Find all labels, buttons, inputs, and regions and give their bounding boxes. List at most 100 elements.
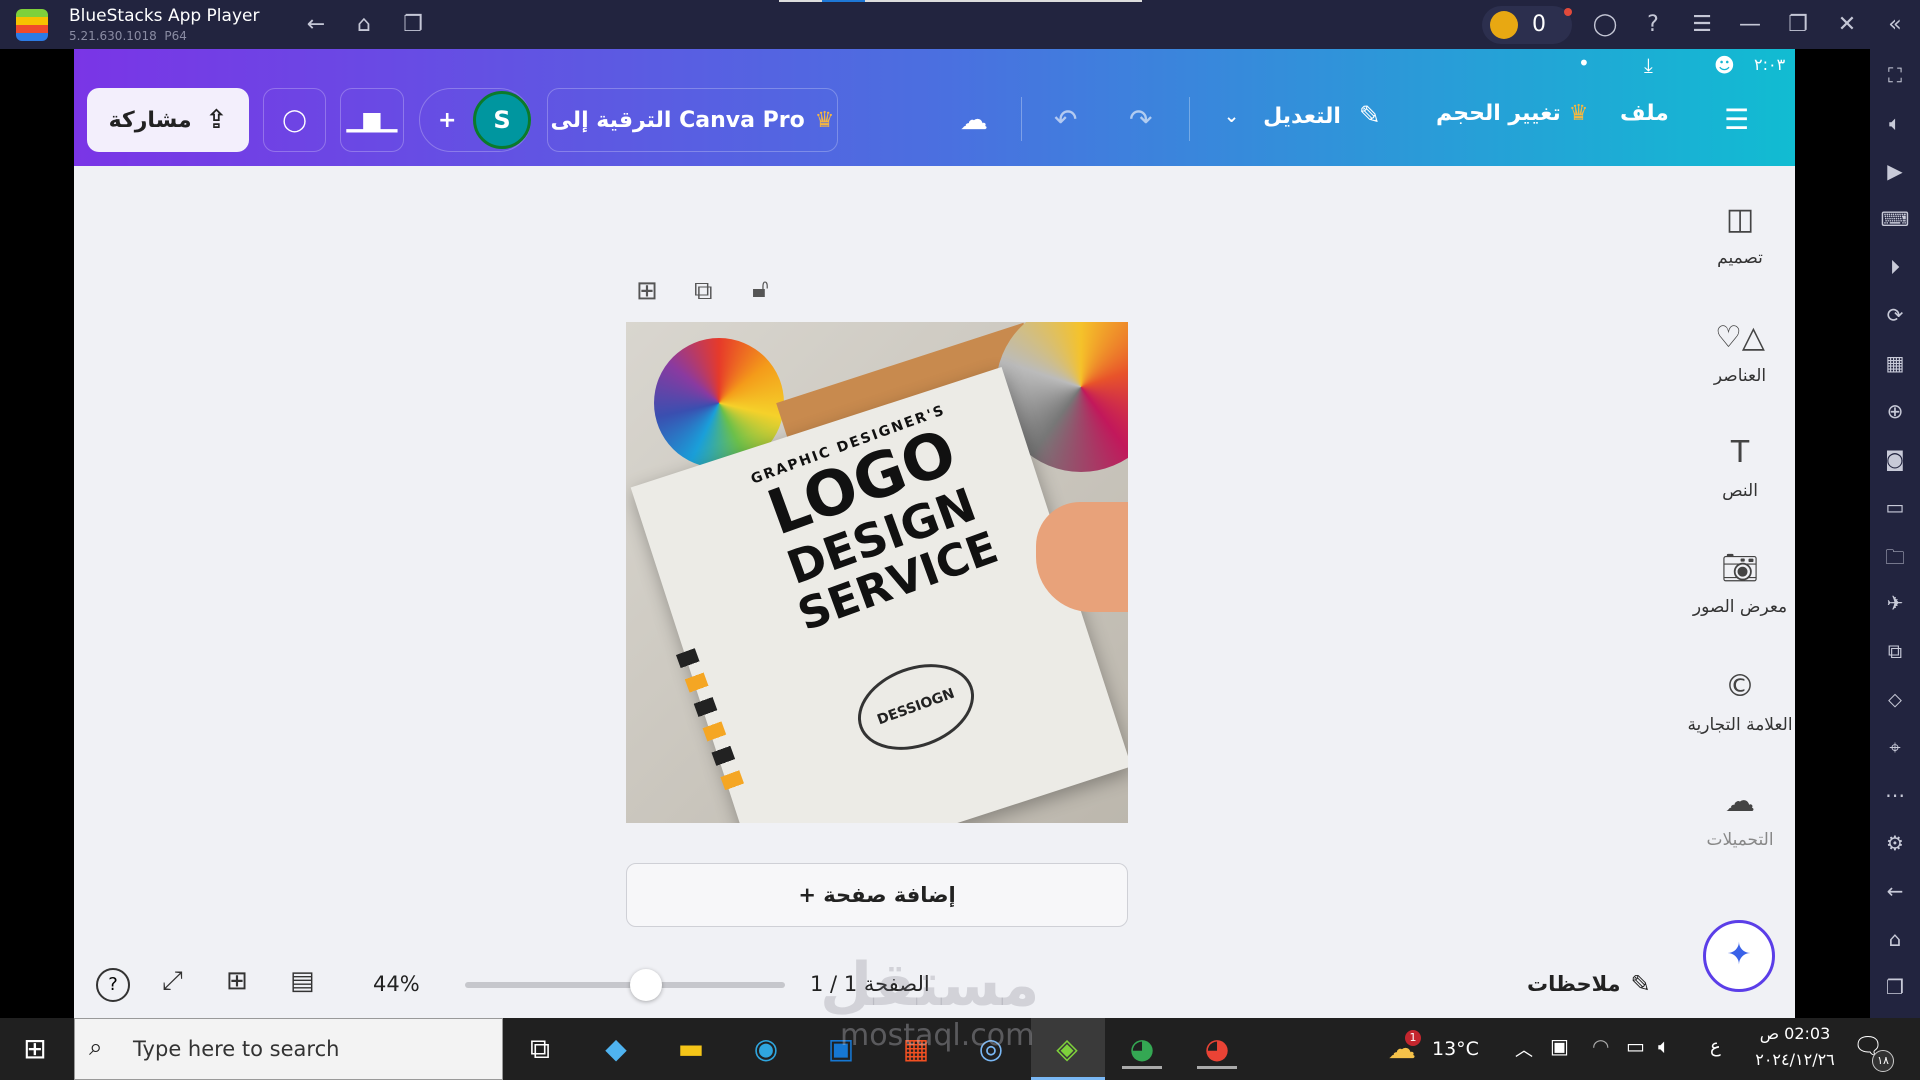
help-icon[interactable]: ? xyxy=(1640,12,1666,38)
restore-icon[interactable]: ❐ xyxy=(1785,12,1811,38)
design-page-image[interactable]: GRAPHIC DESIGNER'S LOGO DESIGN SERVICE D… xyxy=(626,322,1128,823)
close-icon[interactable]: ✕ xyxy=(1834,12,1860,38)
recent-apps-icon[interactable]: ❐ xyxy=(1870,975,1920,999)
multi-instance-icon[interactable]: ⧉ xyxy=(1870,639,1920,663)
airplane-icon[interactable]: ✈ xyxy=(1870,591,1920,615)
game-controls-icon[interactable]: ▦ xyxy=(1870,351,1920,375)
side-item-label: التحميلات xyxy=(1706,830,1774,850)
coins-pill[interactable]: 0 xyxy=(1482,6,1572,44)
notes-icon: ✎ xyxy=(1630,970,1651,998)
side-item-text[interactable]: T النص xyxy=(1640,433,1840,501)
back-icon[interactable]: ← xyxy=(1870,879,1920,903)
camera-icon: 📷︎ xyxy=(1720,551,1760,586)
account-icon[interactable]: ◯ xyxy=(1592,12,1618,38)
edit-menu-button[interactable]: ⌄ التعديل ✎ xyxy=(1224,101,1381,131)
battery-icon[interactable]: ▭ xyxy=(1626,1034,1645,1058)
tray-chevron-icon[interactable]: ︿ xyxy=(1515,1036,1533,1062)
bluestacks-titlebar: BlueStacks App Player 5.21.630.1018 P64 … xyxy=(0,0,1920,49)
clock-time[interactable]: 02:03 ص xyxy=(1745,1024,1845,1043)
chrome-icon[interactable]: ◕ xyxy=(1122,1032,1162,1069)
divider xyxy=(1021,97,1022,141)
side-item-uploads[interactable]: ☁ التحميلات xyxy=(1640,782,1840,850)
wifi-icon[interactable]: ◠ xyxy=(1592,1034,1609,1058)
insights-button[interactable]: ▁▆▁ xyxy=(340,88,404,152)
volume-icon[interactable]: 🔈︎ xyxy=(1870,111,1920,135)
comment-button[interactable]: ◯ xyxy=(263,88,326,152)
clock-date[interactable]: ٢٠٢٤/١٢/٢٦ xyxy=(1745,1050,1845,1069)
sync-icon[interactable]: ▣ xyxy=(1550,1034,1569,1058)
chrome-profile-icon[interactable]: ◕ xyxy=(1197,1032,1237,1069)
side-item-design[interactable]: ◫ تصميم xyxy=(1640,200,1840,268)
fullscreen-icon[interactable]: ⤢ xyxy=(162,966,183,997)
side-item-brand[interactable]: © العلامة التجارية xyxy=(1640,667,1840,735)
share-button[interactable]: مشاركة ⇪ xyxy=(87,88,249,152)
magic-assistant-button[interactable]: ✦ xyxy=(1703,920,1775,992)
upgrade-button[interactable]: الترقية إلى Canva Pro ♛ xyxy=(547,88,838,152)
loading-bar xyxy=(779,0,1142,2)
grid-view-icon[interactable]: ⊞ xyxy=(226,966,248,996)
zoom-level: 44% xyxy=(373,972,420,996)
lock-icon[interactable]: 🔓︎ xyxy=(752,274,769,305)
upload-cloud-icon: ☁ xyxy=(1725,784,1755,819)
side-item-elements[interactable]: ♡△ العناصر xyxy=(1640,318,1840,386)
shapes-icon: ♡△ xyxy=(1715,320,1765,355)
speaker-icon[interactable]: 🔈︎ xyxy=(1658,1034,1670,1058)
side-item-label: معرض الصور xyxy=(1692,597,1788,617)
media-icon[interactable]: ▶ xyxy=(1870,159,1920,183)
zoom-slider[interactable] xyxy=(465,969,785,1001)
help-button[interactable]: ? xyxy=(96,968,130,1002)
redo-icon[interactable]: ↷ xyxy=(1129,105,1152,135)
crown-icon: ♛ xyxy=(814,107,835,133)
apk-icon[interactable]: ⊕ xyxy=(1870,399,1920,423)
multi-instance-icon[interactable]: ❐ xyxy=(400,12,426,38)
location-icon[interactable]: ⌖ xyxy=(1870,735,1920,759)
file-explorer-icon[interactable]: ▬ xyxy=(671,1032,711,1066)
menu-icon[interactable]: ☰ xyxy=(1689,12,1715,38)
task-view-icon[interactable]: ⧉ xyxy=(520,1032,560,1066)
macro-icon[interactable]: ⏵ xyxy=(1870,255,1920,279)
record-icon[interactable]: ▭ xyxy=(1870,495,1920,519)
eco-mode-icon[interactable]: ⬦ xyxy=(1870,687,1920,711)
notes-button[interactable]: ملاحظات ✎ xyxy=(1527,970,1651,998)
side-item-gallery[interactable]: 📷︎ معرض الصور xyxy=(1640,549,1840,617)
add-page-icon[interactable]: ⊞ xyxy=(636,276,658,306)
back-icon[interactable]: ← xyxy=(303,12,329,38)
bluestacks-taskbar-button[interactable]: ◈ xyxy=(1031,1018,1105,1080)
page-view-icon[interactable]: ▤ xyxy=(290,966,315,996)
bluestacks-icon: ◈ xyxy=(1056,1032,1078,1065)
resize-button[interactable]: تغيير الحجم ♛ xyxy=(1436,101,1588,126)
windows-start-icon[interactable]: ⊞ xyxy=(15,1032,55,1066)
watermark-text: مستقل xyxy=(820,950,1040,1020)
duplicate-icon[interactable]: ⧉ xyxy=(694,276,713,307)
home-icon[interactable]: ⌂ xyxy=(1870,927,1920,951)
keyboard-icon[interactable]: ⌨ xyxy=(1870,207,1920,231)
watermark-sub: mostaql.com xyxy=(840,1018,1035,1053)
input-language[interactable]: ع xyxy=(1710,1036,1721,1057)
screenshot-icon[interactable]: ◙ xyxy=(1870,447,1920,471)
edge-icon[interactable]: ◉ xyxy=(746,1032,786,1066)
file-menu-button[interactable]: ملف xyxy=(1620,101,1669,126)
media-folder-icon[interactable]: 🗀︎ xyxy=(1870,543,1920,577)
status-brain-icon: ☻ xyxy=(1714,53,1735,77)
hamburger-menu-icon[interactable]: ☰ xyxy=(1724,105,1749,135)
avatar[interactable]: S xyxy=(473,91,531,149)
add-page-button[interactable]: + إضافة صفحة xyxy=(626,863,1128,927)
settings-icon[interactable]: ⚙ xyxy=(1870,831,1920,855)
chevron-down-icon: ⌄ xyxy=(1224,105,1240,127)
more-icon[interactable]: ⋯ xyxy=(1870,783,1920,807)
pencil-icon: ✎ xyxy=(1358,101,1381,131)
cloud-saved-icon[interactable]: ☁ xyxy=(960,105,988,135)
window-version: 5.21.630.1018 P64 xyxy=(69,29,187,43)
undo-icon[interactable]: ↶ xyxy=(1054,105,1077,135)
fullscreen-icon[interactable]: ⛶ xyxy=(1870,63,1920,87)
bluestacks-sidebar: ⛶ 🔈︎ ▶ ⌨ ⏵ ⟳ ▦ ⊕ ◙ ▭ 🗀︎ ✈ ⧉ ⬦ ⌖ ⋯ ⚙ ← ⌂ … xyxy=(1870,49,1920,1018)
minimize-icon[interactable]: — xyxy=(1737,12,1763,38)
rotate-icon[interactable]: ⟳ xyxy=(1870,303,1920,327)
home-icon[interactable]: ⌂ xyxy=(351,12,377,38)
taskbar-search[interactable]: ⌕ Type here to search xyxy=(74,1018,503,1080)
zoom-slider-thumb[interactable] xyxy=(629,969,662,1001)
collapse-sidebar-icon[interactable]: « xyxy=(1882,12,1908,38)
android-status-time: ٢:٠٣ xyxy=(1754,55,1786,74)
side-item-label: تصميم xyxy=(1717,248,1763,268)
copilot-icon[interactable]: ◆ xyxy=(596,1032,636,1066)
